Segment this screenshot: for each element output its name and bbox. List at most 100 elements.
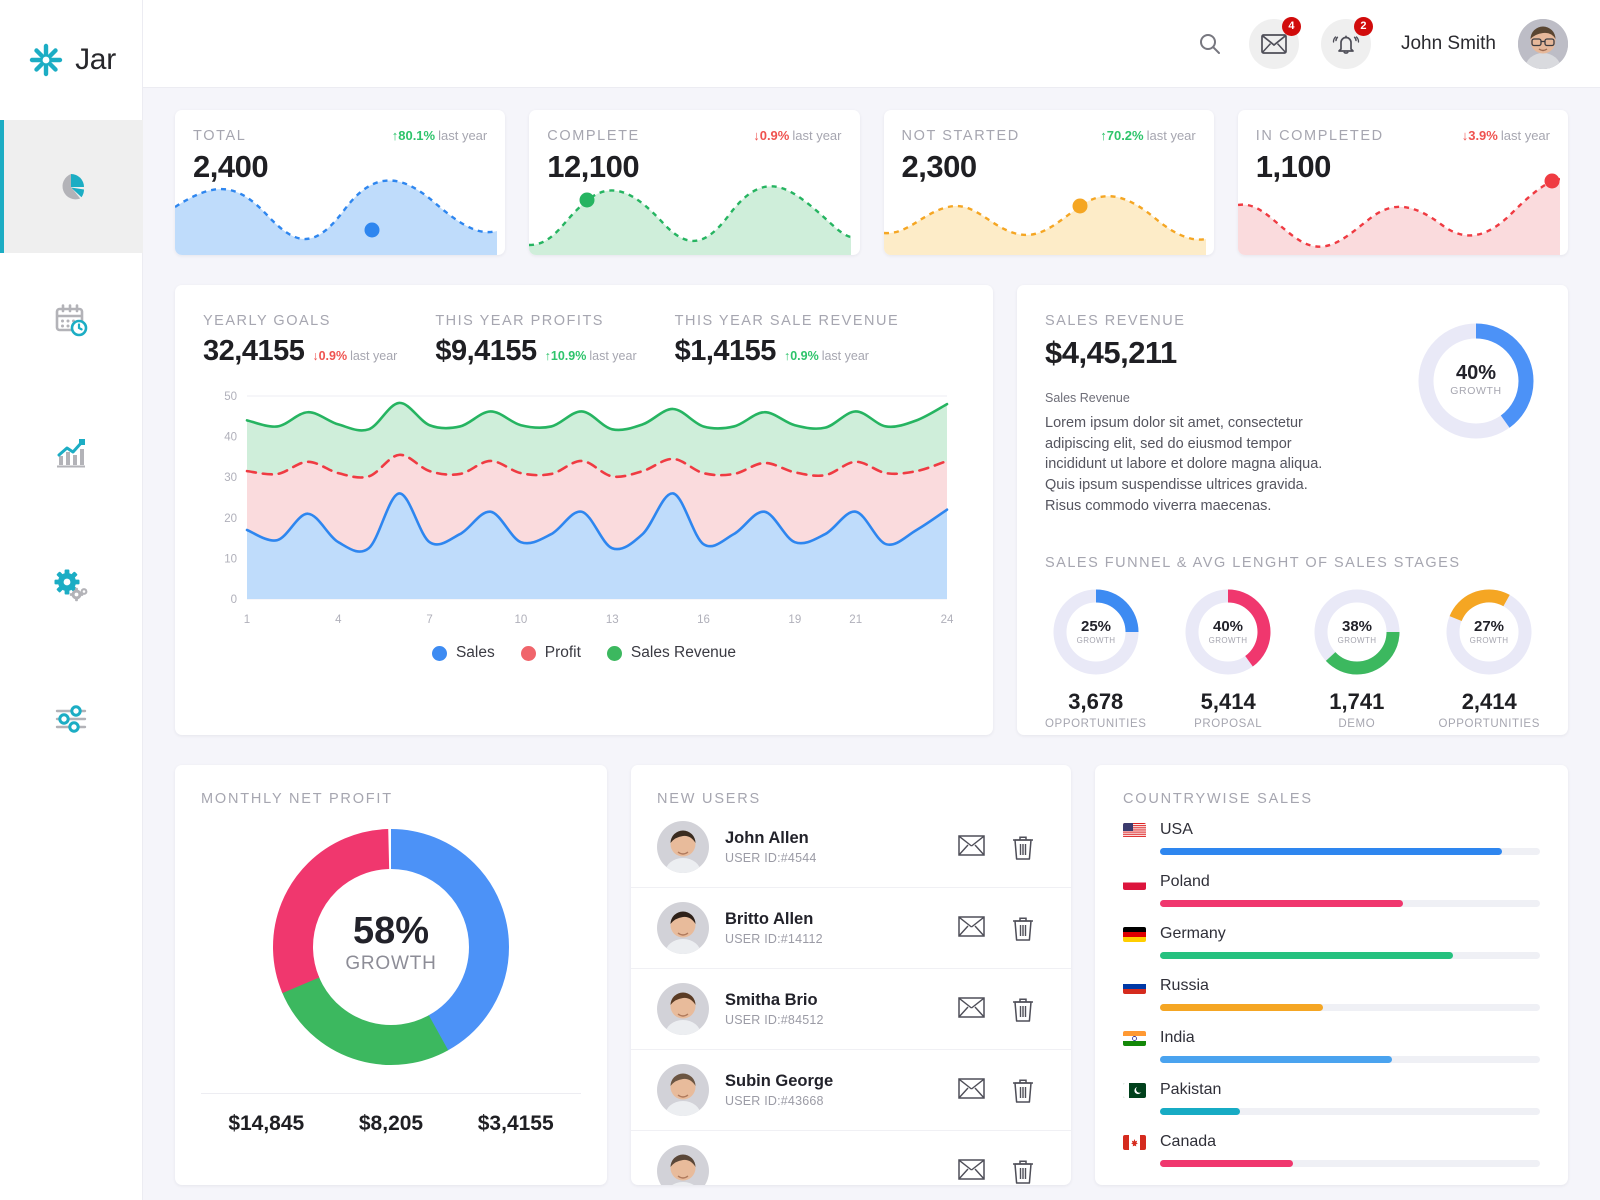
user-meta: Smitha Brio USER ID:#84512 xyxy=(725,991,942,1027)
country-list: USA Poland Germany Russia India Pakistan Canad… xyxy=(1123,821,1540,1167)
profit-foot-value-3: $3,4155 xyxy=(477,1112,554,1135)
kpi-card-not-started[interactable]: NOT STARTED ↑70.2% last year 2,300 xyxy=(883,110,1214,255)
kpi-card-total[interactable]: TOTAL ↑80.1% last year 2,400 xyxy=(175,110,506,255)
search-button[interactable] xyxy=(1193,27,1227,61)
country-item[interactable]: Germany xyxy=(1123,925,1540,959)
profit-caption: GROWTH xyxy=(345,953,436,974)
user-row[interactable]: Smitha Brio USER ID:#84512 xyxy=(631,969,1071,1050)
country-item[interactable]: India xyxy=(1123,1029,1540,1063)
avatar[interactable] xyxy=(1518,18,1568,69)
sidebar-item-preferences[interactable] xyxy=(0,652,143,785)
sparkline-not-started xyxy=(883,195,1206,255)
svg-text:10: 10 xyxy=(224,553,237,565)
stat-delta: ↓0.9% last year xyxy=(312,349,397,363)
trash-icon[interactable] xyxy=(1011,1078,1035,1103)
legend-item-sales-revenue[interactable]: Sales Revenue xyxy=(606,644,736,662)
kpi-delta: ↑80.1% last year xyxy=(392,128,488,143)
funnel-item-opportunities-1[interactable]: 25% GROWTH 3,678 OPPORTUNITIES xyxy=(1045,585,1147,730)
profit-foot-value-2: $8,205 xyxy=(358,1112,424,1135)
funnel-number: 1,741 xyxy=(1329,688,1385,714)
country-item[interactable]: Pakistan xyxy=(1123,1081,1540,1115)
country-bar-track xyxy=(1160,1160,1540,1167)
user-avatar-image xyxy=(1518,18,1568,69)
country-item[interactable]: Poland xyxy=(1123,873,1540,907)
funnel-item-demo[interactable]: 38% GROWTH 1,741 DEMO xyxy=(1310,585,1404,730)
legend-item-sales[interactable]: Sales xyxy=(431,644,495,662)
flag-poland xyxy=(1123,874,1146,890)
bell-icon xyxy=(1332,35,1360,54)
funnel-caption-3: GROWTH xyxy=(1337,636,1376,645)
sidebar-item-settings[interactable] xyxy=(0,519,143,652)
funnel-title: SALES FUNNEL & AVG LENGHT OF SALES STAGE… xyxy=(1045,554,1461,571)
notifications-button[interactable]: 2 xyxy=(1320,16,1373,69)
country-item[interactable]: USA xyxy=(1123,821,1540,855)
revenue-donut-svg: 40% GROWTH xyxy=(1418,323,1534,439)
funnel-row: 25% GROWTH 3,678 OPPORTUNITIES 40% GROWT… xyxy=(1045,585,1540,730)
brand-logo[interactable]: Jar xyxy=(0,0,142,120)
revenue-donut-caption: GROWTH xyxy=(1450,385,1501,397)
trash-icon[interactable] xyxy=(1011,835,1035,860)
country-name: Pakistan xyxy=(1160,1081,1222,1098)
country-item[interactable]: Russia xyxy=(1123,977,1540,1011)
country-bar-fill xyxy=(1160,952,1453,959)
sidebar-item-dashboard[interactable] xyxy=(0,120,143,253)
user-avatar-image xyxy=(657,902,709,954)
country-bar-track xyxy=(1160,900,1540,907)
funnel-number: 2,414 xyxy=(1461,688,1517,714)
trash-icon[interactable] xyxy=(1011,916,1035,941)
user-avatar-image xyxy=(657,1145,709,1185)
kpi-card-complete[interactable]: COMPLETE ↓0.9% last year 12,100 xyxy=(529,110,860,255)
mail-icon[interactable] xyxy=(958,915,985,941)
new-users-card: NEW USERS John Allen USER ID:#4544 Britto … xyxy=(631,765,1071,1185)
user-name: John Smith xyxy=(1400,32,1496,54)
sidebar-item-analytics[interactable] xyxy=(0,386,143,519)
gears-icon xyxy=(54,569,88,601)
sidebar-item-schedule[interactable] xyxy=(0,253,143,386)
legend-item-profit[interactable]: Profit xyxy=(520,644,581,662)
user-name: Subin George xyxy=(725,1072,834,1090)
country-name: USA xyxy=(1160,821,1193,838)
mail-icon[interactable] xyxy=(958,1077,985,1103)
kpi-label: TOTAL xyxy=(193,128,247,144)
sparkline-complete xyxy=(529,185,852,255)
user-row[interactable]: Subin George USER ID:#43668 xyxy=(631,1050,1071,1131)
trash-icon[interactable] xyxy=(1011,997,1035,1022)
kpi-delta-value: 3.9% xyxy=(1468,128,1498,143)
user-actions xyxy=(958,834,1035,860)
mail-icon[interactable] xyxy=(958,1158,985,1184)
messages-button[interactable]: 4 xyxy=(1248,16,1301,69)
svg-text:16: 16 xyxy=(697,614,710,626)
country-bar-fill xyxy=(1160,1004,1324,1011)
trash-icon[interactable] xyxy=(1011,1159,1035,1184)
country-item[interactable]: Canada xyxy=(1123,1133,1540,1167)
kpi-row: TOTAL ↑80.1% last year 2,400 COMPLETE ↓0… xyxy=(175,110,1568,255)
kpi-delta-suffix: last year xyxy=(1500,128,1550,143)
funnel-item-opportunities-2[interactable]: 27% GROWTH 2,414 OPPORTUNITIES xyxy=(1438,585,1540,730)
stat-delta-value: 10.9% xyxy=(550,349,587,363)
svg-text:21: 21 xyxy=(849,614,862,626)
funnel-donut-4: 27% GROWTH xyxy=(1446,589,1532,675)
kpi-delta-suffix: last year xyxy=(438,128,488,143)
funnel-donut-3: 38% GROWTH xyxy=(1314,589,1400,675)
profit-footer: $14,845 $8,205 $3,4155 xyxy=(201,1093,581,1136)
user-id: USER ID:#14112 xyxy=(725,932,823,946)
user-row[interactable]: John Allen USER ID:#4544 xyxy=(631,807,1071,888)
funnel-percent-1: 25% xyxy=(1081,618,1111,635)
mail-icon[interactable] xyxy=(958,996,985,1022)
svg-text:7: 7 xyxy=(426,614,432,626)
area-chart-svg: 0 10 20 30 40 50 1 4 7 10 13 16 19 21 24 xyxy=(224,391,954,626)
stat-label: THIS YEAR SALE REVENUE xyxy=(674,313,900,329)
stat-delta: ↑0.9% last year xyxy=(784,349,869,363)
legend-dot xyxy=(606,645,622,661)
sales-revenue-body: Lorem ipsum dolor sit amet, consectetur … xyxy=(1045,415,1323,514)
mail-icon[interactable] xyxy=(958,834,985,860)
user-row[interactable] xyxy=(631,1131,1071,1185)
user-row[interactable]: Britto Allen USER ID:#14112 xyxy=(631,888,1071,969)
country-bar-fill xyxy=(1160,1056,1392,1063)
sliders-icon xyxy=(55,704,87,733)
kpi-label: IN COMPLETED xyxy=(1255,128,1384,144)
funnel-item-proposal[interactable]: 40% GROWTH 5,414 PROPOSAL xyxy=(1181,585,1275,730)
stat-delta-suffix: last year xyxy=(821,349,869,363)
kpi-card-in-completed[interactable]: IN COMPLETED ↓3.9% last year 1,100 xyxy=(1237,110,1568,255)
kpi-delta-value: 70.2% xyxy=(1106,128,1144,143)
